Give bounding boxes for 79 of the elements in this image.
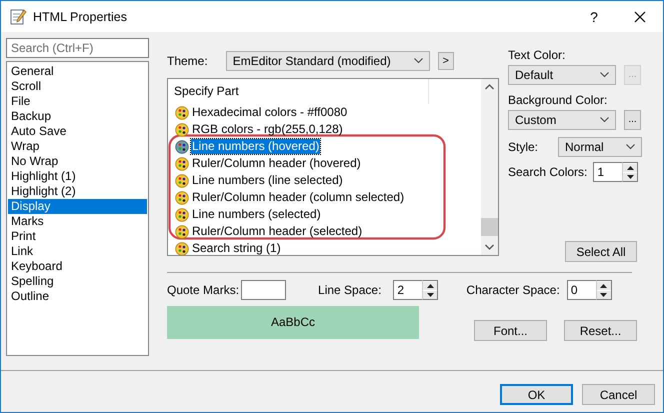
category-item[interactable]: Link [8,244,147,259]
category-item[interactable]: Highlight (1) [8,169,147,184]
quote-marks-field[interactable] [241,280,286,300]
color-label: Text Color: [508,48,566,62]
font-button[interactable]: Font... [474,320,547,341]
category-item[interactable]: Wrap [8,139,147,154]
part-item[interactable]: Ruler/Column header (hovered) [168,155,362,172]
down-triangle-icon [426,293,434,297]
palette-icon [175,174,189,188]
color-label: Background Color: [508,93,608,107]
down-triangle-icon [626,175,634,179]
search-field[interactable]: Search (Ctrl+F) [6,38,149,58]
spacing-label: Character Space: [466,283,560,297]
color-dropdown[interactable]: Custom [508,110,616,130]
category-item[interactable]: Print [8,229,147,244]
next-button[interactable]: > [438,52,454,70]
category-item[interactable]: Marks [8,214,147,229]
part-item[interactable]: Ruler/Column header (selected) [168,223,364,240]
category-item[interactable]: Highlight (2) [8,184,147,199]
number-field[interactable]: 1 [593,162,622,182]
palette-icon [175,208,189,222]
palette-icon [175,190,189,204]
up-triangle-icon [426,284,434,288]
part-item[interactable]: Line numbers (selected) [168,206,322,223]
palette-icon [175,242,189,255]
app-icon [9,8,27,26]
style-label: Style: [508,140,538,154]
number-field[interactable]: 0 [566,280,596,300]
help-button[interactable]: ? [571,1,617,32]
palette-icon [175,122,189,136]
category-item[interactable]: Display [8,199,147,214]
category-item[interactable]: Keyboard [8,259,147,274]
palette-icon [175,106,189,120]
spacing-label: Line Space: [318,283,382,297]
category-item[interactable]: Outline [8,289,147,304]
column-header: Specify Part [174,84,239,98]
category-item[interactable]: File [8,94,147,109]
part-item[interactable]: Search string (1) [168,240,282,255]
preview-sample: AaBbCc [167,306,419,339]
quote-marks-label: Quote Marks: [167,283,240,297]
scrollbar-thumb[interactable] [481,218,498,236]
caret-icon [600,117,609,123]
palette-icon [175,224,189,238]
spin-down-button[interactable] [423,291,438,299]
spin-up-button[interactable] [423,282,438,290]
palette-icon [175,156,189,170]
theme-dropdown[interactable]: EmEditor Standard (modified) [226,51,430,71]
category-item[interactable]: Scroll [8,79,147,94]
dialog-button[interactable]: OK [500,384,573,405]
part-item[interactable]: RGB colors - rgb(255,0,128) [168,121,344,138]
category-item[interactable]: No Wrap [8,154,147,169]
category-item[interactable]: Auto Save [8,124,147,139]
theme-label: Theme: [167,54,208,68]
spin-up-button[interactable] [596,282,611,290]
spin-down-button[interactable] [596,291,611,299]
part-item[interactable]: Ruler/Column header (column selected) [168,189,406,206]
category-item[interactable]: Spelling [8,274,147,289]
spin-up-button[interactable] [623,164,638,172]
palette-icon [175,140,189,154]
part-item[interactable]: Hexadecimal colors - #ff0080 [168,104,348,121]
spin-down-button[interactable] [623,173,638,181]
more-button[interactable]: ... [624,110,641,130]
reset-button[interactable]: Reset... [564,320,637,341]
caret-icon [414,58,423,64]
part-item[interactable]: Line numbers (line selected) [168,172,344,189]
category-item[interactable]: General [8,64,147,79]
style-dropdown[interactable]: Normal [558,137,642,157]
window-title: HTML Properties [33,10,128,24]
up-triangle-icon [600,284,608,288]
caret-icon [600,72,609,78]
caret-icon [626,144,635,150]
search-colors-label: Search Colors: [508,165,588,179]
down-triangle-icon [600,293,608,297]
up-triangle-icon [626,166,634,170]
dialog-button[interactable]: Cancel [582,384,655,405]
select-all-button[interactable]: Select All [565,241,637,262]
close-icon [634,10,646,22]
category-item[interactable]: Backup [8,109,147,124]
number-field[interactable]: 2 [393,280,422,300]
